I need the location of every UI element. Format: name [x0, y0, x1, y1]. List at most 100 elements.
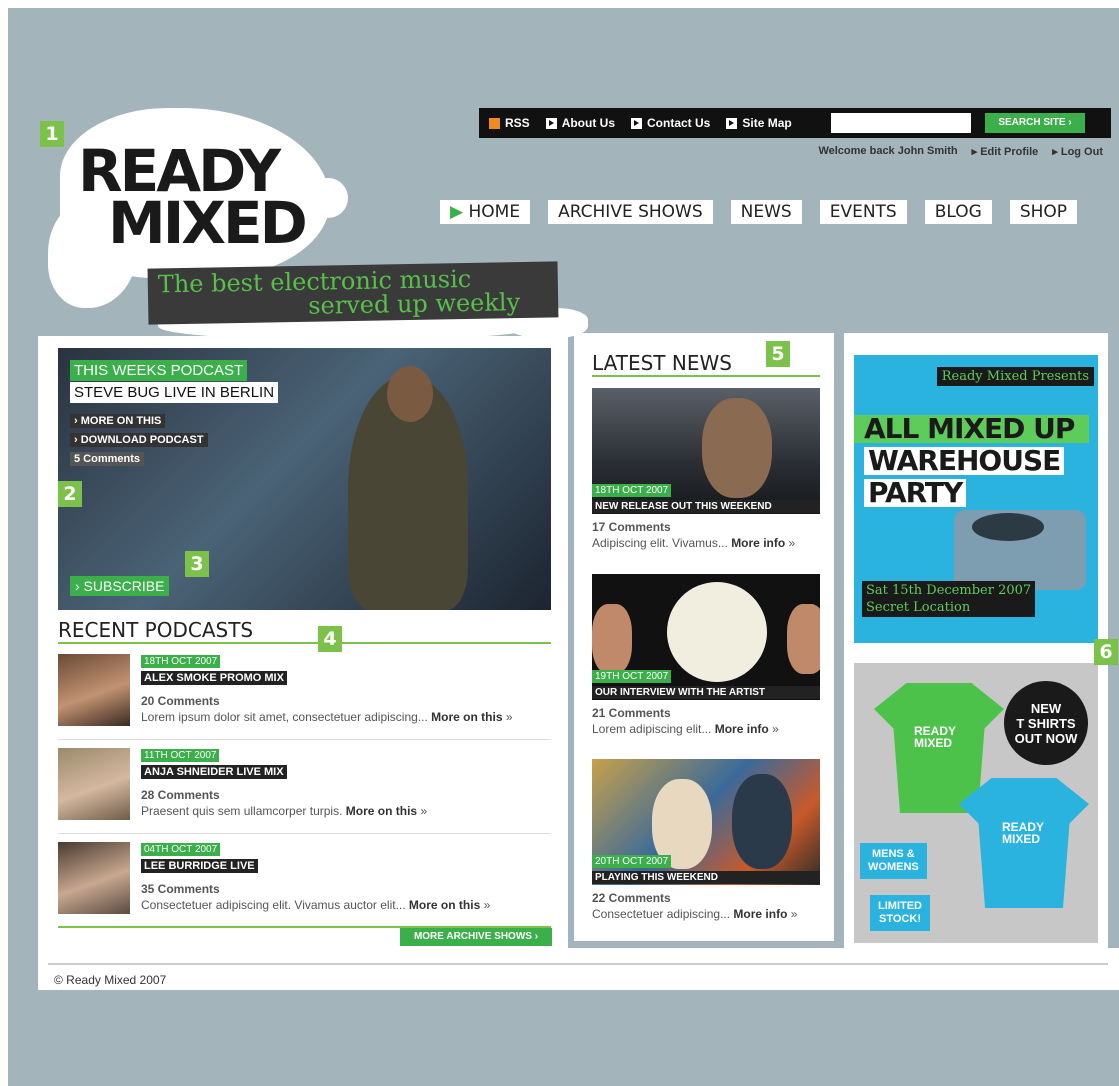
feature-comments-link[interactable]: 5 Comments — [70, 452, 145, 466]
promo-line1: ALL MIXED UP — [854, 415, 1089, 443]
rss-icon — [489, 117, 500, 129]
nav-home[interactable]: ▶ HOME — [440, 200, 531, 224]
subscribe-button[interactable]: › SUBSCRIBE — [70, 576, 170, 596]
news-image: 19TH OCT 2007 OUR INTERVIEW WITH THE ART… — [592, 574, 820, 700]
more-on-this-link[interactable]: More on this — [431, 710, 502, 724]
rss-link[interactable]: RSS — [489, 116, 530, 130]
download-podcast-link[interactable]: › DOWNLOAD PODCAST — [70, 433, 208, 447]
green-shirt-logo: READY MIXED — [914, 724, 957, 750]
featured-podcast[interactable]: THIS WEEKS PODCAST STEVE BUG LIVE IN BER… — [58, 348, 551, 610]
more-info-link[interactable]: More info — [731, 536, 785, 550]
more-info-link[interactable]: More info — [733, 907, 787, 921]
more-on-this-link[interactable]: More on this — [409, 898, 480, 912]
footer: © Ready Mixed 2007 — [38, 948, 1119, 990]
news-comments[interactable]: 22 Comments — [592, 891, 820, 905]
marker-4: 4 — [318, 626, 342, 652]
marker-5: 5 — [766, 341, 790, 367]
mens-womens-label: MENS & WOMENS — [860, 843, 927, 879]
podcast-item[interactable]: 18TH OCT 2007 ALEX SMOKE PROMO MIX 20 Co… — [58, 654, 551, 740]
podcast-name: ALEX SMOKE PROMO MIX — [141, 671, 287, 685]
nav-shop[interactable]: SHOP — [1009, 200, 1078, 224]
more-archive-shows-button[interactable]: MORE ARCHIVE SHOWS › — [400, 928, 552, 946]
news-item[interactable]: 18TH OCT 2007 NEW RELEASE OUT THIS WEEKE… — [592, 388, 820, 550]
logo-splat-dot — [308, 178, 348, 218]
news-photo-subject — [702, 398, 772, 498]
feature-kicker: THIS WEEKS PODCAST — [70, 360, 248, 381]
podcast-summary: Consectetuer adipiscing elit. Vivamus au… — [141, 898, 491, 912]
welcome-text: Welcome back John Smith — [818, 145, 958, 157]
vinyl-record-photo — [667, 582, 767, 682]
copyright-text: © Ready Mixed 2007 — [54, 973, 167, 987]
main-nav: ▶ HOME ARCHIVE SHOWS NEWS EVENTS BLOG SH… — [440, 200, 1078, 224]
news-date: 18TH OCT 2007 — [592, 484, 672, 497]
nav-blog[interactable]: BLOG — [924, 200, 992, 224]
podcast-comments[interactable]: 28 Comments — [141, 788, 220, 802]
more-info-link[interactable]: More info — [715, 722, 769, 736]
logout-link[interactable]: ▸ Log Out — [1052, 145, 1103, 158]
marker-6: 6 — [1094, 639, 1118, 665]
news-comments[interactable]: 17 Comments — [592, 520, 820, 534]
news-item[interactable]: 20TH OCT 2007 PLAYING THIS WEEKEND 22 Co… — [592, 759, 820, 921]
promo-panel: Ready Mixed Presents ALL MIXED UP WAREHO… — [844, 333, 1118, 948]
news-image: 18TH OCT 2007 NEW RELEASE OUT THIS WEEKE… — [592, 388, 820, 514]
podcast-thumbnail — [58, 654, 130, 726]
promo-date: Sat 15th December 2007 Secret Location — [862, 581, 1036, 617]
tagline: The best electronic music served up week… — [147, 261, 559, 325]
podcast-name: ANJA SHNEIDER LIVE MIX — [141, 765, 287, 779]
tshirt-shop-banner[interactable]: READY MIXED READY MIXED NEW T SHIRTS OUT… — [854, 663, 1098, 943]
podcast-thumbnail — [58, 748, 130, 820]
podcast-comments[interactable]: 20 Comments — [141, 694, 220, 708]
play-icon: ▶ — [450, 202, 464, 222]
promo-line3: PARTY — [864, 479, 967, 507]
podcast-date: 11TH OCT 2007 — [141, 749, 220, 762]
arrow-icon — [726, 117, 738, 129]
about-us-link[interactable]: About Us — [545, 116, 615, 130]
podcast-summary: Praesent quis sem ullamcorper turpis. Mo… — [141, 804, 428, 818]
nav-news[interactable]: NEWS — [730, 200, 802, 224]
podcast-date: 18TH OCT 2007 — [141, 655, 221, 668]
podcasts-panel: THIS WEEKS PODCAST STEVE BUG LIVE IN BER… — [38, 336, 568, 948]
more-on-this-link[interactable]: More on this — [346, 804, 417, 818]
more-on-this-link[interactable]: › MORE ON THIS — [70, 414, 166, 428]
news-item[interactable]: 19TH OCT 2007 OUR INTERVIEW WITH THE ART… — [592, 574, 820, 736]
arrow-icon — [545, 117, 557, 129]
news-panel: LATEST NEWS 5 18TH OCT 2007 NEW RELEASE … — [574, 333, 834, 941]
warehouse-party-banner[interactable]: Ready Mixed Presents ALL MIXED UP WAREHO… — [854, 355, 1098, 643]
arrow-icon — [631, 117, 643, 129]
hand-photo — [787, 604, 820, 674]
new-tshirts-badge: NEW T SHIRTS OUT NOW — [1004, 681, 1088, 765]
marker-1: 1 — [40, 121, 64, 147]
nav-events[interactable]: EVENTS — [819, 200, 907, 224]
user-bar: Welcome back John Smith ▸ Edit Profile ▸… — [818, 145, 1103, 158]
news-photo-subject — [732, 774, 792, 869]
chevron-icon: » — [483, 898, 491, 912]
podcast-comments[interactable]: 35 Comments — [141, 882, 220, 896]
limited-stock-label: LIMITED STOCK! — [870, 895, 930, 931]
page-canvas: 1 READY MIXED The best electronic music … — [8, 8, 1119, 1086]
news-headline: NEW RELEASE OUT THIS WEEKEND — [592, 500, 820, 513]
recent-podcasts-title: RECENT PODCASTS — [58, 618, 551, 644]
news-summary: Consectetuer adipiscing... More info » — [592, 907, 798, 921]
blue-shirt-logo: READY MIXED — [1002, 820, 1045, 846]
search-input[interactable] — [831, 113, 971, 133]
footer-divider — [48, 963, 1108, 965]
news-date: 19TH OCT 2007 — [592, 670, 672, 683]
search-button[interactable]: SEARCH SITE › — [985, 113, 1085, 133]
hand-photo — [592, 604, 632, 674]
marker-3: 3 — [185, 551, 209, 577]
site-map-link[interactable]: Site Map — [726, 116, 792, 130]
contact-us-link[interactable]: Contact Us — [631, 116, 710, 130]
nav-archive-shows[interactable]: ARCHIVE SHOWS — [548, 200, 713, 224]
chevron-icon: » — [790, 907, 798, 921]
feature-title: STEVE BUG LIVE IN BERLIN — [70, 382, 279, 403]
news-comments[interactable]: 21 Comments — [592, 706, 820, 720]
featured-artist-head — [387, 366, 433, 422]
chevron-icon: » — [772, 722, 779, 736]
podcast-item[interactable]: 11TH OCT 2007 ANJA SHNEIDER LIVE MIX 28 … — [58, 748, 551, 834]
logo[interactable]: READY MIXED — [78, 142, 308, 252]
news-image: 20TH OCT 2007 PLAYING THIS WEEKEND — [592, 759, 820, 885]
podcast-item[interactable]: 04TH OCT 2007 LEE BURRIDGE LIVE 35 Comme… — [58, 842, 551, 928]
edit-profile-link[interactable]: ▸ Edit Profile — [972, 145, 1039, 158]
chevron-icon: » — [505, 710, 513, 724]
promo-presents: Ready Mixed Presents — [936, 367, 1094, 386]
